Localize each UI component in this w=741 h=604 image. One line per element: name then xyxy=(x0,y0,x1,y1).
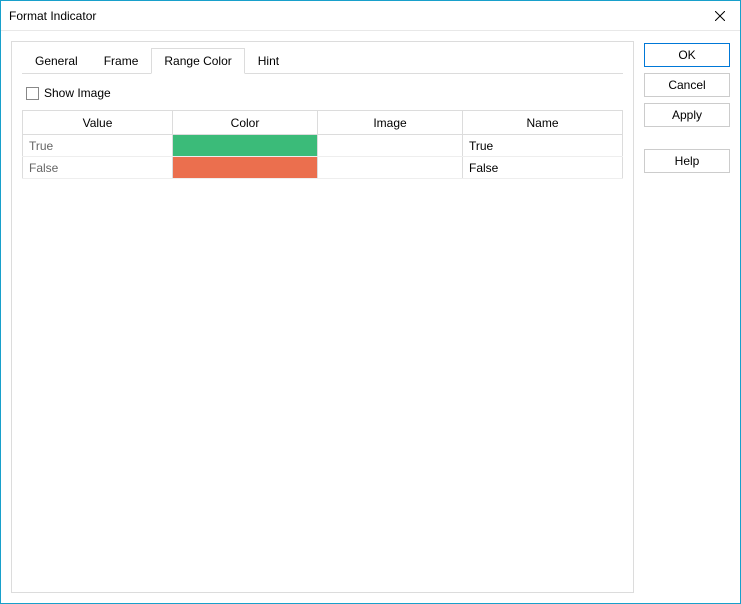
tab-underline xyxy=(22,73,623,74)
header-color[interactable]: Color xyxy=(173,111,318,135)
cell-value[interactable]: False xyxy=(23,157,173,179)
table-row[interactable]: True True xyxy=(23,135,623,157)
cancel-button[interactable]: Cancel xyxy=(644,73,730,97)
table-header-row: Value Color Image Name xyxy=(23,111,623,135)
header-image[interactable]: Image xyxy=(318,111,463,135)
cell-name[interactable]: False xyxy=(463,157,623,179)
content-wrapper: General Frame Range Color Hint Show Imag… xyxy=(1,31,740,603)
tab-range-color[interactable]: Range Color xyxy=(151,48,244,74)
cell-color[interactable] xyxy=(173,135,318,157)
apply-button[interactable]: Apply xyxy=(644,103,730,127)
window-title: Format Indicator xyxy=(9,9,96,23)
button-panel: OK Cancel Apply Help xyxy=(644,41,730,593)
titlebar: Format Indicator xyxy=(1,1,740,31)
tab-general[interactable]: General xyxy=(22,48,91,74)
cell-name[interactable]: True xyxy=(463,135,623,157)
header-name[interactable]: Name xyxy=(463,111,623,135)
tab-frame[interactable]: Frame xyxy=(91,48,152,74)
tab-hint[interactable]: Hint xyxy=(245,48,292,74)
table-row[interactable]: False False xyxy=(23,157,623,179)
show-image-row: Show Image xyxy=(26,86,623,100)
button-gap xyxy=(644,133,730,143)
main-panel: General Frame Range Color Hint Show Imag… xyxy=(11,41,634,593)
show-image-label: Show Image xyxy=(44,86,111,100)
cell-color[interactable] xyxy=(173,157,318,179)
close-icon xyxy=(715,11,725,21)
header-value[interactable]: Value xyxy=(23,111,173,135)
tab-body: Show Image Value Color Image Name True xyxy=(22,74,623,179)
show-image-checkbox[interactable] xyxy=(26,87,39,100)
help-button[interactable]: Help xyxy=(644,149,730,173)
cell-value[interactable]: True xyxy=(23,135,173,157)
color-swatch xyxy=(173,157,317,178)
color-swatch xyxy=(173,135,317,156)
dialog-window: Format Indicator General Frame Range Col… xyxy=(0,0,741,604)
cell-image[interactable] xyxy=(318,135,463,157)
close-button[interactable] xyxy=(708,4,732,28)
ok-button[interactable]: OK xyxy=(644,43,730,67)
cell-image[interactable] xyxy=(318,157,463,179)
tab-bar: General Frame Range Color Hint xyxy=(22,48,623,74)
range-color-table: Value Color Image Name True xyxy=(22,110,623,179)
